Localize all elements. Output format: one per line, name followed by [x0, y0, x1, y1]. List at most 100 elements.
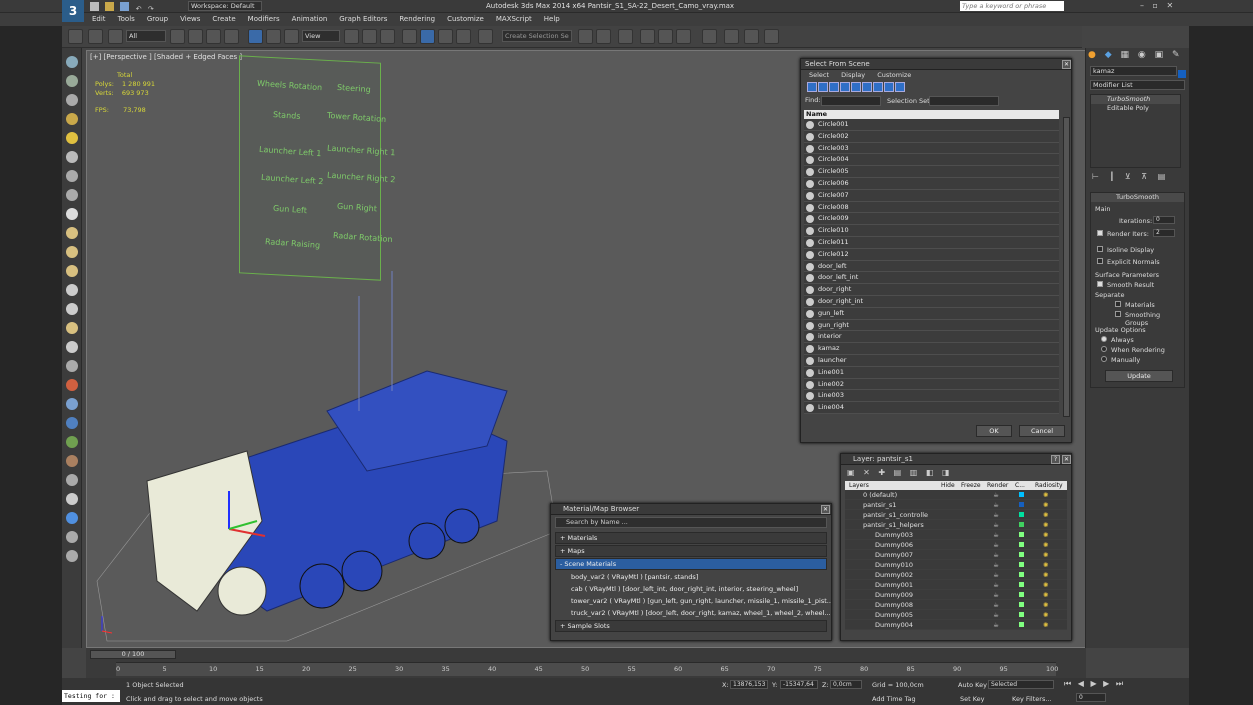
create-layer-icon[interactable]: ▣ [847, 468, 855, 477]
display-shapes-icon[interactable] [818, 82, 828, 92]
move-icon[interactable] [248, 29, 263, 44]
list-item[interactable]: Circle007 [804, 189, 1059, 202]
pin-stack-icon[interactable]: ⊢ [1092, 172, 1099, 181]
material-item[interactable]: cab ( VRayMtl ) [door_left_int, door_rig… [551, 583, 831, 595]
radiosity-icon[interactable]: ✺ [1043, 540, 1048, 550]
named-selection-dropdown[interactable]: Create Selection Se [502, 30, 572, 42]
list-item[interactable]: Circle009 [804, 213, 1059, 226]
layer-color-swatch[interactable] [1019, 572, 1024, 577]
geosphere-icon[interactable] [66, 303, 78, 315]
render-teapot-icon[interactable]: ☕ [993, 620, 999, 630]
plane-icon[interactable] [66, 341, 78, 353]
col-layers[interactable]: Layers [849, 482, 869, 489]
maximize-icon[interactable]: ▫ [1153, 1, 1158, 10]
layer-help-icon[interactable]: ? [1051, 455, 1060, 464]
list-item[interactable]: door_right_int [804, 295, 1059, 308]
y-coordinate[interactable]: -15347,64 [780, 680, 818, 689]
minimize-icon[interactable]: – [1140, 1, 1144, 10]
list-item[interactable]: Circle001 [804, 119, 1059, 131]
name-column-header[interactable]: Name [804, 110, 1059, 119]
cone-icon[interactable] [66, 284, 78, 296]
render-teapot-icon[interactable]: ☕ [993, 580, 999, 590]
material-search-input[interactable]: Search by Name ... [555, 517, 827, 528]
goto-start-icon[interactable]: ⏮ [1064, 679, 1071, 688]
tab-select[interactable]: Select [809, 71, 829, 79]
sphere-icon[interactable] [66, 227, 78, 239]
remove-modifier-icon[interactable]: ⊼ [1141, 172, 1147, 181]
menu-group[interactable]: Group [141, 13, 174, 25]
display-spacewarps-icon[interactable] [862, 82, 872, 92]
render-teapot-icon[interactable]: ☕ [993, 560, 999, 570]
display-tab-icon[interactable]: ▣ [1155, 50, 1164, 60]
layer-color-swatch[interactable] [1019, 622, 1024, 627]
list-item[interactable]: Line002 [804, 378, 1059, 391]
configure-sets-icon[interactable]: ▤ [1158, 172, 1166, 181]
radiosity-icon[interactable]: ✺ [1043, 610, 1048, 620]
render-teapot-icon[interactable]: ☕ [993, 500, 999, 510]
dynamics-icon[interactable] [66, 474, 78, 486]
highlight-layer-icon[interactable]: ▥ [910, 468, 918, 477]
goto-end-icon[interactable]: ⏭ [1116, 679, 1123, 688]
group-sample-slots[interactable]: + Sample Slots [555, 620, 827, 632]
select-link-icon[interactable] [68, 29, 83, 44]
selection-filter-dropdown[interactable]: All [126, 30, 166, 42]
layer-row[interactable]: Dummy003 ☕ ✺ [845, 530, 1067, 540]
list-item[interactable]: kamaz [804, 343, 1059, 355]
materials-checkbox[interactable] [1115, 301, 1121, 307]
object-name-field[interactable]: kamaz [1090, 66, 1177, 76]
spline-icon[interactable] [66, 360, 78, 372]
systems-icon[interactable] [66, 493, 78, 505]
group-materials[interactable]: + Materials [555, 532, 827, 544]
render-teapot-icon[interactable]: ☕ [993, 510, 999, 520]
auto-key-button[interactable]: Auto Key [958, 681, 987, 689]
render-teapot-icon[interactable]: ☕ [993, 530, 999, 540]
list-item[interactable]: interior [804, 331, 1059, 344]
modifier-stack[interactable]: TurboSmooth Editable Poly [1090, 94, 1181, 168]
col-freeze[interactable]: Freeze [961, 482, 981, 489]
layer-list[interactable]: 0 (default) ☕ ✺ pantsir_s1 ☕ ✺ pantsir_s1_cont… [845, 490, 1067, 630]
menu-tools[interactable]: Tools [112, 13, 141, 25]
layer-row[interactable]: Dummy010 ☕ ✺ [845, 560, 1067, 570]
pivot-center-icon[interactable] [344, 29, 359, 44]
layer-color-swatch[interactable] [1019, 522, 1024, 527]
group-scene-materials[interactable]: - Scene Materials [555, 558, 827, 570]
app-logo-icon[interactable]: 3 [62, 0, 84, 22]
layer-row[interactable]: Dummy005 ☕ ✺ [845, 610, 1067, 620]
selection-set-dropdown[interactable] [929, 96, 999, 106]
time-slider[interactable]: 0 / 100 [90, 650, 176, 659]
col-radiosity[interactable]: Radiosity [1035, 482, 1063, 489]
scale-icon[interactable] [284, 29, 299, 44]
select-manipulate-icon[interactable] [362, 29, 377, 44]
layer-row[interactable]: Dummy007 ☕ ✺ [845, 550, 1067, 560]
rectangle-select-icon[interactable] [206, 29, 221, 44]
camera-tools-icon[interactable] [66, 151, 78, 163]
curve-editor-icon[interactable] [658, 29, 673, 44]
angle-snap-icon[interactable] [420, 29, 435, 44]
list-item[interactable]: Circle002 [804, 130, 1059, 143]
spinner-snap-icon[interactable] [456, 29, 471, 44]
layer-manager-icon[interactable] [618, 29, 633, 44]
radiosity-icon[interactable]: ✺ [1043, 620, 1048, 630]
motion-tab-icon[interactable]: ◉ [1138, 50, 1146, 60]
col-color[interactable]: C... [1015, 482, 1025, 489]
tab-customize[interactable]: Customize [877, 71, 911, 79]
layer-color-swatch[interactable] [1019, 552, 1024, 557]
col-hide[interactable]: Hide [941, 482, 955, 489]
prev-frame-icon[interactable]: ◀ [1078, 679, 1084, 688]
menu-create[interactable]: Create [206, 13, 241, 25]
select-object-icon[interactable] [170, 29, 185, 44]
find-input[interactable] [821, 96, 881, 106]
ok-button[interactable]: OK [976, 425, 1012, 437]
col-render[interactable]: Render [987, 482, 1008, 489]
render-teapot-icon[interactable]: ☕ [993, 520, 999, 530]
list-item[interactable]: Circle006 [804, 177, 1059, 190]
schematic-view-icon[interactable] [676, 29, 691, 44]
layer-row[interactable]: pantsir_s1 ☕ ✺ [845, 500, 1067, 510]
cylinder-icon[interactable] [66, 246, 78, 258]
render-production-icon[interactable] [764, 29, 779, 44]
radiosity-icon[interactable]: ✺ [1043, 510, 1048, 520]
list-item[interactable]: Line003 [804, 390, 1059, 403]
vray-icon[interactable] [66, 512, 78, 524]
x-coordinate[interactable]: 13876,153 [730, 680, 768, 689]
reference-coordinate-dropdown[interactable]: View [302, 30, 340, 42]
